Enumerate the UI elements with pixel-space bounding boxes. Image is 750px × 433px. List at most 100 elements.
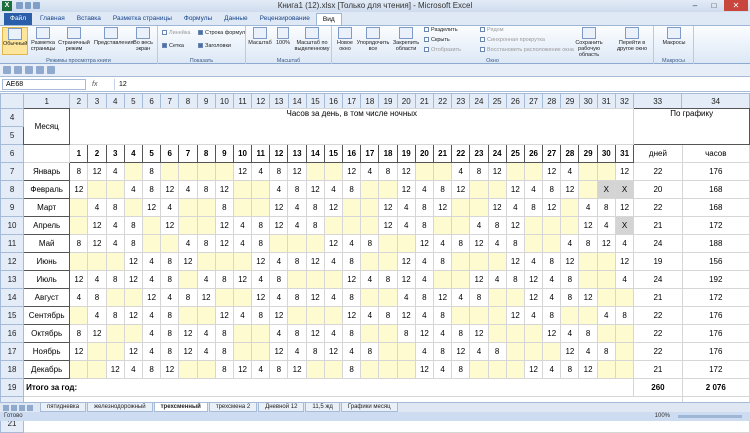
column-header[interactable]: 12 <box>251 93 271 109</box>
row-header[interactable]: 19 <box>0 378 25 397</box>
row-header[interactable]: 7 <box>0 162 25 181</box>
schedule-cell[interactable]: 4 <box>87 306 107 325</box>
schedule-cell[interactable] <box>360 252 380 271</box>
schedule-cell[interactable]: 12 <box>87 216 107 235</box>
schedule-cell[interactable]: 12 <box>323 234 344 253</box>
sync-scroll-button[interactable]: Синхронная прокрутка <box>480 37 545 43</box>
schedule-cell[interactable] <box>305 360 325 379</box>
schedule-cell[interactable] <box>87 180 107 199</box>
sheet-tab[interactable]: железнодорожный <box>87 403 153 412</box>
schedule-cell[interactable] <box>378 252 398 271</box>
schedule-cell[interactable]: 12 <box>178 324 198 343</box>
schedule-cell[interactable]: 12 <box>105 360 125 379</box>
schedule-cell[interactable]: 12 <box>123 342 143 361</box>
schedule-cell[interactable]: 4 <box>196 342 216 361</box>
schedule-cell[interactable]: 4 <box>360 306 380 325</box>
schedule-cell[interactable]: 8 <box>360 234 380 253</box>
schedule-cell[interactable]: 4 <box>123 180 143 199</box>
schedule-cell[interactable]: 12 <box>87 324 107 343</box>
macros-button[interactable]: Макросы <box>658 27 690 55</box>
schedule-cell[interactable]: 8 <box>560 288 580 307</box>
schedule-cell[interactable]: 12 <box>323 342 344 361</box>
schedule-cell[interactable]: 8 <box>105 198 125 217</box>
schedule-cell[interactable]: 8 <box>305 198 325 217</box>
schedule-cell[interactable]: X <box>614 216 635 235</box>
day-number[interactable]: 31 <box>614 144 635 163</box>
schedule-cell[interactable]: 4 <box>141 324 162 343</box>
schedule-cell[interactable] <box>487 180 507 199</box>
day-number[interactable]: 3 <box>105 144 125 163</box>
schedule-cell[interactable] <box>578 252 598 271</box>
schedule-cell[interactable] <box>451 252 471 271</box>
schedule-cell[interactable]: 8 <box>123 216 143 235</box>
row-header[interactable]: 12 <box>0 252 25 271</box>
schedule-cell[interactable]: 4 <box>196 324 216 343</box>
day-number[interactable]: 10 <box>232 144 253 163</box>
schedule-cell[interactable]: 12 <box>214 180 234 199</box>
print-icon[interactable] <box>36 66 44 74</box>
row-header[interactable]: 14 <box>0 288 25 307</box>
schedule-cell[interactable]: 8 <box>196 180 216 199</box>
schedule-cell[interactable] <box>160 234 180 253</box>
schedule-cell[interactable] <box>196 162 216 181</box>
schedule-cell[interactable]: 12 <box>232 162 253 181</box>
schedule-cell[interactable]: 4 <box>578 198 598 217</box>
schedule-cell[interactable]: 4 <box>487 270 507 289</box>
schedule-cell[interactable]: 4 <box>523 306 544 325</box>
schedule-cell[interactable]: 8 <box>287 288 307 307</box>
page-layout-button[interactable]: Разметка страницы <box>30 27 56 55</box>
day-number[interactable]: 26 <box>523 144 544 163</box>
schedule-cell[interactable]: 4 <box>178 234 198 253</box>
schedule-cell[interactable]: 4 <box>87 270 107 289</box>
schedule-cell[interactable]: 12 <box>487 198 507 217</box>
schedule-cell[interactable] <box>87 360 107 379</box>
schedule-cell[interactable]: 8 <box>69 234 89 253</box>
ruler-checkbox[interactable]: Линейка <box>162 30 190 36</box>
day-number[interactable]: 17 <box>360 144 380 163</box>
schedule-cell[interactable] <box>232 198 253 217</box>
schedule-cell[interactable]: 8 <box>160 324 180 343</box>
close-icon[interactable]: ✕ <box>724 0 748 11</box>
schedule-cell[interactable] <box>596 252 616 271</box>
schedule-cell[interactable]: 8 <box>378 162 398 181</box>
schedule-cell[interactable]: 12 <box>396 252 416 271</box>
schedule-cell[interactable]: 8 <box>469 162 489 181</box>
schedule-cell[interactable] <box>542 234 562 253</box>
column-header[interactable]: 10 <box>214 93 234 109</box>
schedule-cell[interactable]: 12 <box>396 270 416 289</box>
split-button[interactable]: Разделить <box>424 27 458 33</box>
schedule-cell[interactable] <box>560 216 580 235</box>
schedule-cell[interactable]: 12 <box>523 360 544 379</box>
column-header[interactable]: 16 <box>323 93 344 109</box>
schedule-cell[interactable]: 8 <box>578 324 598 343</box>
redo-icon[interactable] <box>25 66 33 74</box>
schedule-cell[interactable]: 8 <box>287 252 307 271</box>
schedule-cell[interactable]: 12 <box>560 342 580 361</box>
schedule-cell[interactable]: 12 <box>141 288 162 307</box>
first-sheet-icon[interactable] <box>3 404 9 411</box>
schedule-cell[interactable] <box>178 360 198 379</box>
schedule-cell[interactable]: 4 <box>105 162 125 181</box>
zoom-slider[interactable] <box>678 415 742 418</box>
schedule-cell[interactable]: 4 <box>614 270 635 289</box>
schedule-cell[interactable] <box>451 198 471 217</box>
schedule-cell[interactable]: 4 <box>287 216 307 235</box>
schedule-cell[interactable]: 12 <box>432 288 453 307</box>
schedule-cell[interactable]: 8 <box>69 324 89 343</box>
schedule-cell[interactable]: 12 <box>378 216 398 235</box>
schedule-cell[interactable] <box>451 270 471 289</box>
schedule-cell[interactable]: 8 <box>505 234 525 253</box>
schedule-cell[interactable]: 12 <box>342 162 362 181</box>
column-header[interactable]: 8 <box>178 93 198 109</box>
schedule-cell[interactable] <box>542 342 562 361</box>
next-sheet-icon[interactable] <box>19 404 25 411</box>
schedule-cell[interactable]: 8 <box>141 162 162 181</box>
hide-button[interactable]: Скрыть <box>424 37 450 43</box>
tab-formulas[interactable]: Формулы <box>178 13 218 25</box>
schedule-cell[interactable] <box>287 234 307 253</box>
schedule-cell[interactable]: 12 <box>414 234 434 253</box>
cell[interactable] <box>23 144 71 163</box>
schedule-cell[interactable] <box>251 342 271 361</box>
schedule-cell[interactable]: 8 <box>451 234 471 253</box>
schedule-cell[interactable] <box>378 288 398 307</box>
